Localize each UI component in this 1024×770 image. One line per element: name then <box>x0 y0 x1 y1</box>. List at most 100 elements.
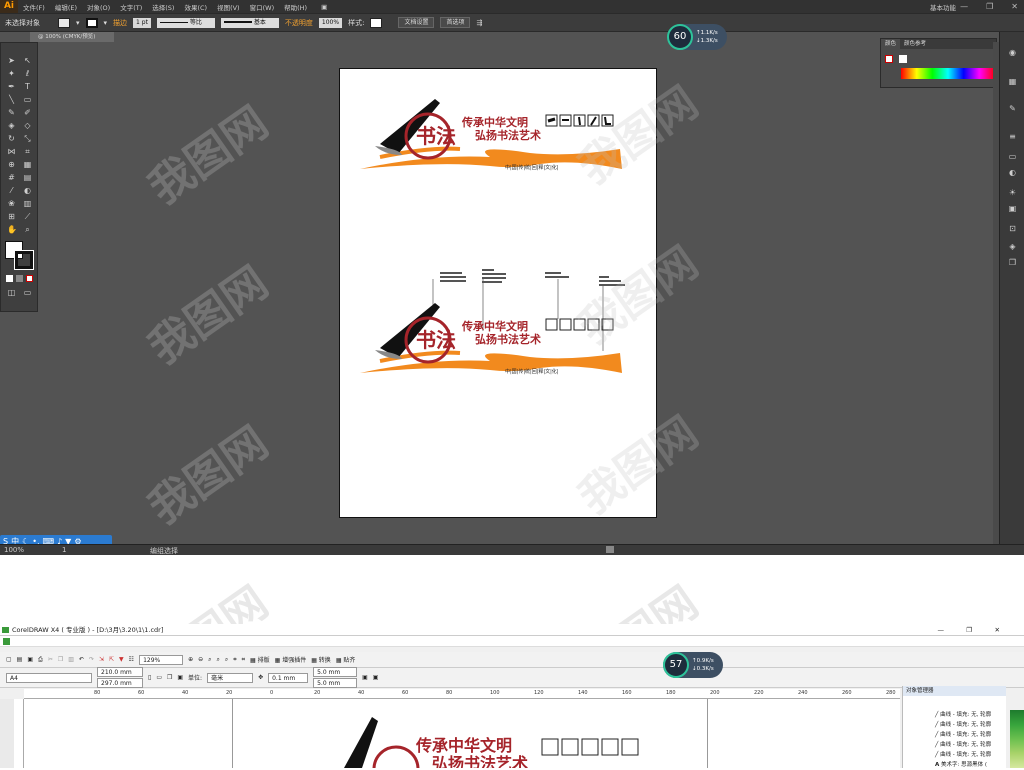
list-item[interactable]: ╱ 曲线 - 填充: 无, 轮廓 <box>903 750 1006 760</box>
opacity-label[interactable]: 不透明度 <box>285 18 313 28</box>
symbol-sprayer-tool-icon[interactable]: ❀ <box>7 199 16 208</box>
list-item[interactable]: ╱ 曲线 - 填充: 无, 轮廓 <box>903 720 1006 730</box>
document-tab[interactable]: @ 100% (CMYK/预览) <box>30 32 114 42</box>
undo-icon[interactable]: ↶ <box>79 656 84 663</box>
tab-color[interactable]: 颜色 <box>881 39 901 49</box>
minimize-icon[interactable]: — <box>938 624 945 636</box>
column-graph-tool-icon[interactable]: ▥ <box>23 199 32 208</box>
layers-icon[interactable]: ◈ <box>1008 242 1017 251</box>
color-mode-icon[interactable] <box>6 275 13 282</box>
none-swatch[interactable] <box>885 55 893 63</box>
list-item[interactable]: A 美术字: 思源黑体 ( <box>903 760 1006 770</box>
paintbrush-tool-icon[interactable]: ✎ <box>7 108 16 117</box>
arrange-icon[interactable]: ⇶ <box>476 19 482 27</box>
magic-wand-tool-icon[interactable]: ✦ <box>7 69 16 78</box>
restore-icon[interactable]: ❐ <box>986 0 993 13</box>
graphic-styles-icon[interactable]: ▣ <box>1008 204 1017 213</box>
workspace-switcher[interactable]: 基本功能 <box>925 2 961 12</box>
treat-as-filled-icon[interactable]: ▣ <box>362 674 368 681</box>
cut-icon[interactable]: ✂ <box>48 656 53 663</box>
fill-swatch[interactable] <box>58 17 70 28</box>
menu-view[interactable]: 视图(V) <box>212 2 245 12</box>
chevron-down-icon[interactable]: ▾ <box>76 19 80 27</box>
shape-builder-tool-icon[interactable]: ⊕ <box>7 160 16 169</box>
graphic-style-swatch[interactable] <box>370 17 383 28</box>
artboard-tool-icon[interactable]: ⊞ <box>7 212 16 221</box>
copy-icon[interactable]: ❐ <box>58 656 63 663</box>
scale-tool-icon[interactable]: ⤡ <box>23 134 32 143</box>
draw-mode-icon[interactable]: ◫ <box>7 288 16 297</box>
convert-menu[interactable]: ▦ 转换 <box>311 655 331 664</box>
stroke-swatch[interactable] <box>85 17 98 28</box>
import-icon[interactable]: ⇲ <box>99 656 104 663</box>
stroke-color-box[interactable] <box>14 250 34 270</box>
lasso-tool-icon[interactable]: ℓ <box>23 69 32 78</box>
list-item[interactable]: ╱ 曲线 - 填充: 无, 轮廓 <box>903 730 1006 740</box>
menu-select[interactable]: 选择(S) <box>147 2 179 12</box>
open-icon[interactable]: ▤ <box>17 656 23 663</box>
export-icon[interactable]: ⇱ <box>109 656 114 663</box>
zoom-tool-icon[interactable]: ⌕ <box>23 225 32 234</box>
variable-width-profile[interactable]: 等比 <box>156 17 215 28</box>
white-swatch[interactable] <box>899 55 907 63</box>
menu-effect[interactable]: 效果(C) <box>179 2 212 12</box>
bridge-icon[interactable]: ▣ <box>316 3 332 11</box>
width-tool-icon[interactable]: ⋈ <box>7 147 16 156</box>
zoom-out-icon[interactable]: ⊖ <box>198 656 203 663</box>
opacity-input[interactable]: 100% <box>318 17 343 28</box>
horizontal-scroll-thumb[interactable] <box>606 546 614 553</box>
line-tool-icon[interactable]: ╲ <box>7 95 16 104</box>
publish-pdf-icon[interactable]: ▼ <box>119 656 124 663</box>
units-select[interactable]: 毫米 <box>207 672 254 683</box>
portrait-icon[interactable]: ▯ <box>148 674 151 681</box>
rotate-tool-icon[interactable]: ↻ <box>7 134 16 143</box>
stroke-weight-input[interactable]: 1 pt <box>133 17 151 28</box>
list-item[interactable]: ╱ 曲线 - 填充: 无, 轮廓 <box>903 740 1006 750</box>
stroke-icon[interactable]: ≡ <box>1008 132 1017 141</box>
zoom-page-icon[interactable]: ⌕ <box>225 656 228 664</box>
screen-mode-icon[interactable]: ▭ <box>23 288 32 297</box>
brush-definition[interactable]: 基本 <box>220 17 279 28</box>
pen-tool-icon[interactable]: ✒ <box>7 82 16 91</box>
paste-menu[interactable]: ▦ 贴齐 <box>336 655 356 664</box>
all-pages-icon[interactable]: ❐ <box>167 674 172 681</box>
rectangle-tool-icon[interactable]: ▭ <box>23 95 32 104</box>
transparency-icon[interactable]: ◐ <box>1008 168 1017 177</box>
perspective-grid-tool-icon[interactable]: ▦ <box>23 160 32 169</box>
paste-icon[interactable]: ▥ <box>68 656 74 663</box>
menu-help[interactable]: 帮助(H) <box>279 2 312 12</box>
stroke-label[interactable]: 描边 <box>113 18 127 28</box>
gradient-tool-icon[interactable]: ▤ <box>23 173 32 182</box>
menu-object[interactable]: 对象(O) <box>82 2 115 12</box>
drawing-canvas[interactable]: 传承中华文明 弘扬书法艺术 <box>24 699 900 768</box>
chevron-down-icon[interactable]: ▾ <box>104 19 108 27</box>
zoom-in-icon[interactable]: ⊕ <box>188 656 193 663</box>
menu-file[interactable]: 文件(F) <box>18 2 50 12</box>
none-mode-icon[interactable] <box>26 275 33 282</box>
menu-type[interactable]: 文字(T) <box>115 2 147 12</box>
duplicate-y-input[interactable]: 5.0 mm <box>313 678 358 688</box>
preferences-button[interactable]: 首选项 <box>440 17 471 28</box>
free-transform-tool-icon[interactable]: ⌗ <box>23 147 32 156</box>
horizontal-ruler[interactable]: 80 60 40 20 0 20 40 60 80 100 120 140 160 180 200 220 24… <box>24 689 900 699</box>
direct-selection-tool-icon[interactable]: ↖ <box>23 56 32 65</box>
color-panel-icon[interactable]: ◉ <box>1008 48 1017 57</box>
document-setup-button[interactable]: 文档设置 <box>398 17 435 28</box>
restore-icon[interactable]: ❐ <box>966 624 972 636</box>
brushes-icon[interactable]: ✎ <box>1008 104 1017 113</box>
options-icon[interactable]: ▣ <box>373 674 379 681</box>
paper-size-select[interactable]: A4 <box>6 672 92 683</box>
type-tool-icon[interactable]: T <box>23 82 32 91</box>
typeset-menu[interactable]: ▦ 排版 <box>250 655 270 664</box>
print-icon[interactable]: ⎙ <box>38 656 43 664</box>
zoom-width-icon[interactable]: ⌗ <box>233 656 236 664</box>
menu-edit[interactable]: 编辑(E) <box>50 2 82 12</box>
zoom-all-icon[interactable]: ⌕ <box>217 656 220 664</box>
gradient-mode-icon[interactable] <box>16 275 23 282</box>
color-palette[interactable] <box>1010 710 1024 768</box>
vertical-ruler[interactable] <box>14 699 24 768</box>
zoom-select[interactable]: 129% <box>139 654 184 665</box>
pencil-tool-icon[interactable]: ✐ <box>23 108 32 117</box>
zoom-selected-icon[interactable]: ⌕ <box>208 656 211 664</box>
transform-icon[interactable]: ⊡ <box>1008 224 1017 233</box>
